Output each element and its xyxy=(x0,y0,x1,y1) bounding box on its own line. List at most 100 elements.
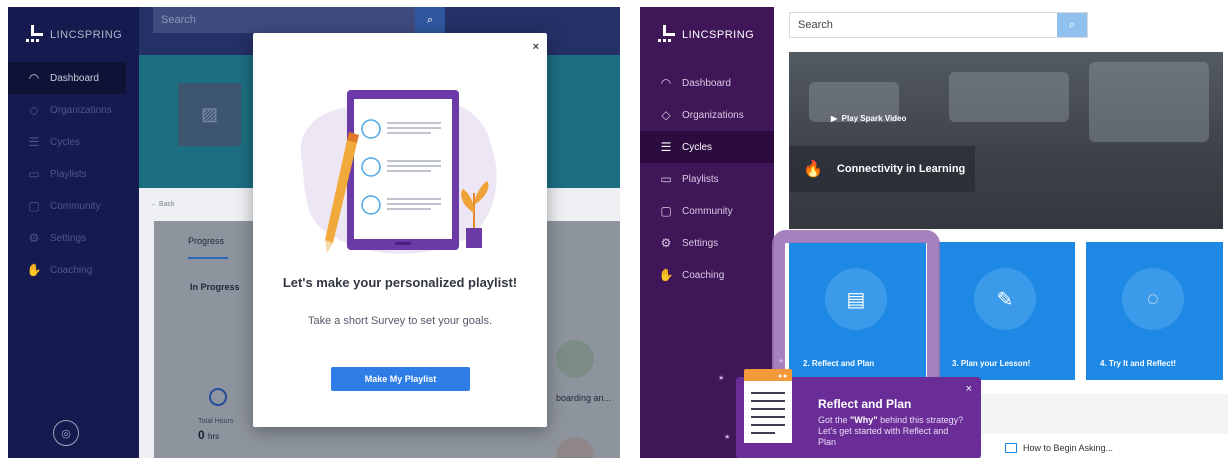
left-screenshot: LINCSPRING ◠ Dashboard ◇ Organizations ☰… xyxy=(8,7,620,458)
sidebar-item-dashboard[interactable]: ◠ Dashboard xyxy=(8,62,126,94)
video-frame-detail xyxy=(1089,62,1209,142)
sidebar-item-playlists[interactable]: ▭ Playlists xyxy=(640,163,774,195)
sidebar-item-settings[interactable]: ⚙ Settings xyxy=(640,227,774,259)
step-card-plan-your-lesson[interactable]: ✎ 3. Plan your Lesson! xyxy=(938,242,1075,380)
sidebar-item-settings[interactable]: ⚙ Settings xyxy=(8,222,139,254)
search-input[interactable]: Search xyxy=(153,7,415,33)
folder-icon: ▭ xyxy=(660,172,672,186)
hours-unit: hrs xyxy=(208,432,220,441)
brand-logo[interactable]: LINCSPRING xyxy=(658,25,754,45)
tooltip-text-start: Got the xyxy=(818,415,851,425)
star-icon: ★ xyxy=(778,358,785,365)
gear-icon: ⚙ xyxy=(28,231,40,245)
left-sidebar: LINCSPRING ◠ Dashboard ◇ Organizations ☰… xyxy=(8,7,139,458)
gauge-icon: ◠ xyxy=(660,76,672,90)
playlist-modal: × Let's make your personalized playlist!… xyxy=(253,33,547,427)
hands-icon: ✋ xyxy=(658,268,674,282)
chat-icon: ▢ xyxy=(660,204,672,218)
gear-icon: ⚙ xyxy=(660,236,672,250)
list-icon: ☰ xyxy=(28,135,40,149)
hands-icon: ✋ xyxy=(26,263,42,277)
sidebar-item-label: Community xyxy=(50,200,101,212)
sidebar-item-playlists[interactable]: ▭ Playlists xyxy=(8,158,139,190)
sidebar-item-community[interactable]: ▢ Community xyxy=(8,190,139,222)
graduation-cap-icon: ◇ xyxy=(29,103,39,117)
compass-icon[interactable]: ◎ xyxy=(53,420,79,446)
image-placeholder-icon: ▨ xyxy=(178,83,241,146)
total-hours-value: 0 hrs xyxy=(198,428,219,442)
document-illustration xyxy=(744,369,792,443)
close-icon[interactable]: × xyxy=(966,383,972,395)
tab-active-indicator xyxy=(188,257,228,259)
tablet-checklist-illustration xyxy=(300,90,497,254)
badge-icon xyxy=(556,340,594,378)
clock-icon xyxy=(209,388,227,406)
search-bar: Search ⌕ xyxy=(153,7,445,33)
folder-icon: ▭ xyxy=(28,167,40,181)
close-icon[interactable]: × xyxy=(533,41,539,53)
step-card-label: 3. Plan your Lesson! xyxy=(952,359,1031,368)
step-card-try-it-and-reflect[interactable]: ◌ 4. Try It and Reflect! xyxy=(1086,242,1223,380)
lincspring-logo-icon xyxy=(658,25,680,45)
search-icon: ⌕ xyxy=(426,13,434,26)
modal-subtitle: Take a short Survey to set your goals. xyxy=(307,315,493,327)
list-icon: ☰ xyxy=(660,140,672,154)
sidebar-item-coaching[interactable]: ✋ Coaching xyxy=(640,259,774,291)
right-nav: ◠ Dashboard ◇ Organizations ☰ Cycles ▭ P… xyxy=(640,67,774,291)
tooltip-text-emphasis: "Why" xyxy=(850,415,878,425)
topic-banner: 🔥 Connectivity in Learning xyxy=(789,146,975,192)
brand-logo[interactable]: LINCSPRING xyxy=(26,25,122,45)
play-spark-video-link[interactable]: ▶ Play Spark Video xyxy=(831,114,906,123)
sidebar-item-label: Dashboard xyxy=(50,72,99,84)
in-progress-heading: In Progress xyxy=(190,282,240,292)
brand-name: LINCSPRING xyxy=(50,29,123,41)
list-icon xyxy=(1005,443,1017,453)
sidebar-item-dashboard[interactable]: ◠ Dashboard xyxy=(640,67,774,99)
play-icon: ▶ xyxy=(831,114,838,123)
total-hours-label: Total Hours xyxy=(198,418,234,425)
gauge-icon: ◠ xyxy=(28,71,40,85)
search-button[interactable]: ⌕ xyxy=(1057,13,1087,37)
sidebar-item-label: Settings xyxy=(50,232,87,244)
right-screenshot: LINCSPRING ◠ Dashboard ◇ Organizations ☰… xyxy=(640,7,1228,458)
sidebar-item-label: Coaching xyxy=(682,269,725,281)
search-bar: Search ⌕ xyxy=(789,12,1088,38)
back-link[interactable]: ← Back xyxy=(150,201,175,208)
search-input[interactable]: Search xyxy=(790,13,1057,37)
pencil-icon: ✎ xyxy=(974,268,1036,330)
chat-icon: ▢ xyxy=(28,199,40,213)
sidebar-item-label: Dashboard xyxy=(682,77,731,89)
sidebar-item-coaching[interactable]: ✋ Coaching xyxy=(8,254,139,286)
resource-header xyxy=(940,394,1228,434)
sidebar-item-label: Playlists xyxy=(50,168,87,180)
sidebar-item-cycles[interactable]: ☰ Cycles xyxy=(640,131,774,163)
brand-name: LINCSPRING xyxy=(682,29,755,41)
search-button[interactable]: ⌕ xyxy=(415,7,445,33)
tooltip-text: Got the "Why" behind this strategy? Let'… xyxy=(818,415,968,448)
sidebar-item-label: Community xyxy=(682,205,733,217)
sidebar-item-community[interactable]: ▢ Community xyxy=(640,195,774,227)
tab-progress[interactable]: Progress xyxy=(188,236,224,246)
sidebar-item-organizations[interactable]: ◇ Organizations xyxy=(640,99,774,131)
spark-video[interactable]: ▶ Play Spark Video 🔥 Connectivity in Lea… xyxy=(789,52,1223,229)
sidebar-item-label: Cycles xyxy=(50,136,81,148)
sidebar-item-label: Cycles xyxy=(682,141,713,153)
flame-icon: 🔥 xyxy=(803,161,823,178)
make-my-playlist-button[interactable]: Make My Playlist xyxy=(331,367,470,391)
sidebar-item-cycles[interactable]: ☰ Cycles xyxy=(8,126,139,158)
tooltip-title: Reflect and Plan xyxy=(818,397,912,411)
sidebar-item-label: Coaching xyxy=(50,264,93,276)
sidebar-item-label: Playlists xyxy=(682,173,719,185)
hours-number: 0 xyxy=(198,428,205,442)
sidebar-item-label: Organizations xyxy=(50,104,112,116)
onboarding-highlight xyxy=(772,230,940,390)
lincspring-logo-icon xyxy=(26,25,48,45)
modal-title: Let's make your personalized playlist! xyxy=(282,275,518,290)
graduation-cap-icon: ◇ xyxy=(661,108,671,122)
onboarding-title[interactable]: boarding an... xyxy=(556,393,611,403)
resource-title: How to Begin Asking... xyxy=(1023,443,1114,453)
star-icon: ★ xyxy=(718,375,725,382)
resource-item[interactable]: How to Begin Asking... xyxy=(1005,443,1113,453)
star-icon: ★ xyxy=(724,434,731,441)
sidebar-item-organizations[interactable]: ◇ Organizations xyxy=(8,94,139,126)
